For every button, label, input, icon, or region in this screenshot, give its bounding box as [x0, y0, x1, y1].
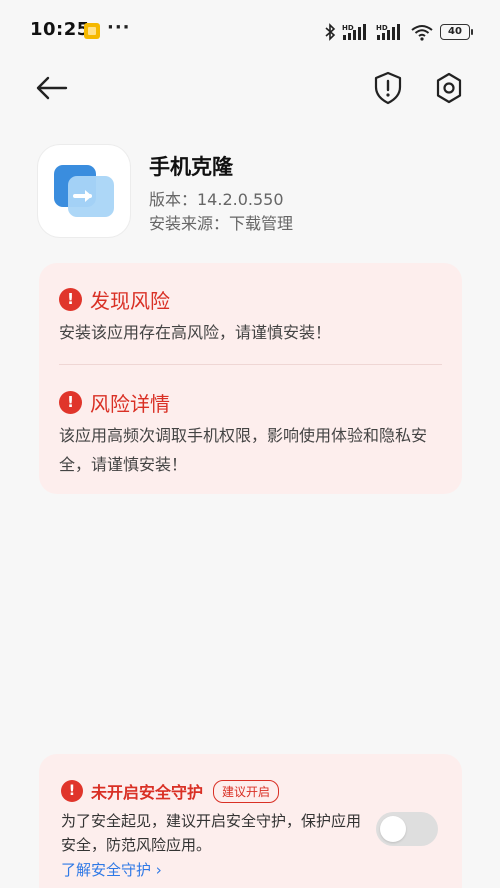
security-toggle[interactable]	[376, 812, 438, 846]
app-version: 版本：14.2.0.550	[149, 190, 284, 209]
learn-security-link[interactable]: 了解安全守护 ›	[61, 859, 162, 880]
security-title: 未开启安全守护	[91, 783, 204, 802]
title-bar	[0, 64, 500, 112]
battery-icon: 40	[440, 24, 473, 40]
security-protection-card: ! 未开启安全守护 建议开启 为了安全起见，建议开启安全守护，保护应用安全，防范…	[39, 754, 462, 888]
back-arrow-icon[interactable]	[34, 72, 70, 104]
phone-clone-logo-icon	[54, 165, 114, 217]
risk-found-header: ! 发现风险	[59, 285, 170, 314]
signal-2-hd-label: HD	[376, 24, 388, 32]
wifi-icon	[411, 25, 433, 41]
notes-app-icon	[84, 23, 100, 39]
recommend-enable-badge[interactable]: 建议开启	[213, 779, 280, 803]
app-install-source: 安装来源：下载管理	[149, 214, 294, 233]
risk-detail-title: 风险详情	[90, 392, 170, 416]
risk-detail-header: ! 风险详情	[59, 388, 170, 417]
status-time: 10:25	[30, 19, 90, 40]
security-header: ! 未开启安全守护 建议开启	[61, 779, 280, 803]
risk-found-title: 发现风险	[90, 289, 170, 313]
risk-card: ! 发现风险 安装该应用存在高风险，请谨慎安装！ ! 风险详情 该应用高频次调取…	[39, 263, 462, 494]
app-name: 手机克隆	[149, 155, 233, 179]
warning-icon: !	[59, 288, 82, 311]
risk-detail-text: 该应用高频次调取手机权限，影响使用体验和隐私安全，请谨慎安装！	[59, 426, 428, 474]
bluetooth-icon	[325, 23, 336, 41]
risk-found-text: 安装该应用存在高风险，请谨慎安装！	[59, 323, 332, 342]
more-notifications-icon: ···	[107, 17, 131, 38]
shield-alert-icon[interactable]	[372, 70, 404, 106]
security-description: 为了安全起见，建议开启安全守护，保护应用安全，防范风险应用。	[61, 812, 362, 854]
warning-icon: !	[59, 391, 82, 414]
divider	[59, 364, 442, 365]
toggle-knob	[380, 816, 406, 842]
app-icon	[38, 145, 130, 237]
warning-icon: !	[61, 780, 83, 802]
signal-1-icon: HD	[342, 24, 366, 40]
signal-1-hd-label: HD	[342, 24, 354, 32]
status-icons: HD HD 40	[324, 22, 473, 42]
settings-hexagon-icon[interactable]	[432, 70, 466, 106]
status-bar: 10:25 ··· HD HD 40	[0, 0, 500, 64]
signal-2-icon: HD	[376, 24, 400, 40]
